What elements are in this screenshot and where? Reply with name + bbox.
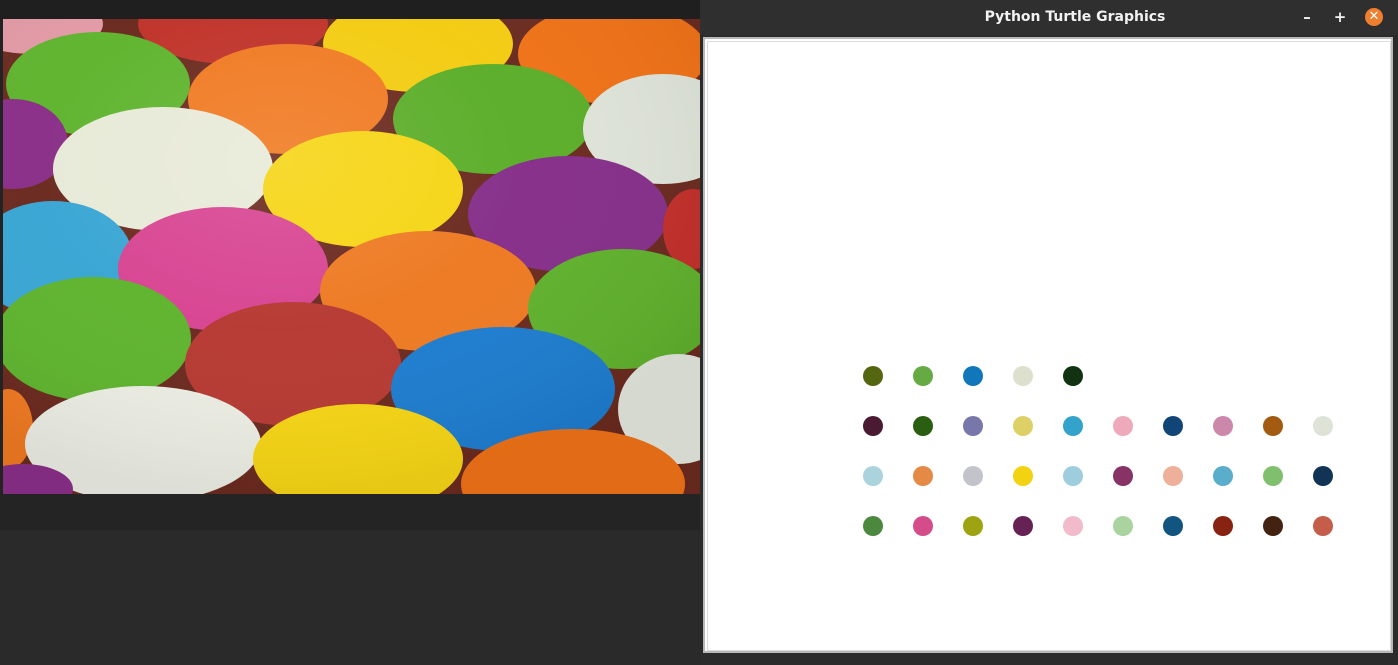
color-dot bbox=[913, 516, 933, 536]
color-dot bbox=[1313, 416, 1333, 436]
color-dot bbox=[1013, 416, 1033, 436]
close-icon[interactable]: ✕ bbox=[1365, 8, 1383, 26]
color-dot bbox=[1163, 466, 1183, 486]
color-dot bbox=[1113, 416, 1133, 436]
turtle-canvas[interactable] bbox=[707, 41, 1391, 651]
color-dot bbox=[1213, 516, 1233, 536]
color-dot bbox=[963, 416, 983, 436]
color-dot bbox=[1013, 466, 1033, 486]
color-dot bbox=[1113, 466, 1133, 486]
candy-photo-art bbox=[3, 19, 700, 494]
color-dot bbox=[913, 416, 933, 436]
image-viewer-topbar bbox=[0, 0, 700, 19]
color-dot bbox=[1013, 516, 1033, 536]
color-dot bbox=[1263, 416, 1283, 436]
color-dot bbox=[863, 516, 883, 536]
color-dot bbox=[863, 366, 883, 386]
color-dot bbox=[1263, 516, 1283, 536]
turtle-window: Python Turtle Graphics – + ✕ bbox=[700, 0, 1398, 665]
image-viewer-bottombar bbox=[0, 494, 700, 530]
color-dot bbox=[1313, 466, 1333, 486]
turtle-canvas-frame bbox=[703, 37, 1393, 653]
color-dot bbox=[863, 466, 883, 486]
color-dot bbox=[1213, 466, 1233, 486]
color-dot bbox=[1113, 516, 1133, 536]
color-dot bbox=[913, 466, 933, 486]
color-dot bbox=[1063, 366, 1083, 386]
color-dot bbox=[1213, 416, 1233, 436]
color-dot bbox=[1013, 366, 1033, 386]
window-title: Python Turtle Graphics bbox=[984, 9, 1166, 25]
image-viewer-window bbox=[0, 0, 700, 530]
color-dot bbox=[963, 516, 983, 536]
color-dot bbox=[863, 416, 883, 436]
color-dot bbox=[1163, 516, 1183, 536]
color-dot bbox=[1063, 516, 1083, 536]
color-dot bbox=[1313, 516, 1333, 536]
color-dot bbox=[963, 366, 983, 386]
color-dot bbox=[1263, 466, 1283, 486]
window-titlebar[interactable]: Python Turtle Graphics – + ✕ bbox=[700, 0, 1398, 35]
maximize-icon[interactable]: + bbox=[1331, 8, 1349, 26]
color-dot bbox=[1063, 416, 1083, 436]
color-dot bbox=[1163, 416, 1183, 436]
minimize-icon[interactable]: – bbox=[1298, 8, 1316, 26]
color-dot bbox=[913, 366, 933, 386]
color-dot bbox=[1063, 466, 1083, 486]
color-dot bbox=[963, 466, 983, 486]
candy-photo bbox=[3, 19, 700, 494]
